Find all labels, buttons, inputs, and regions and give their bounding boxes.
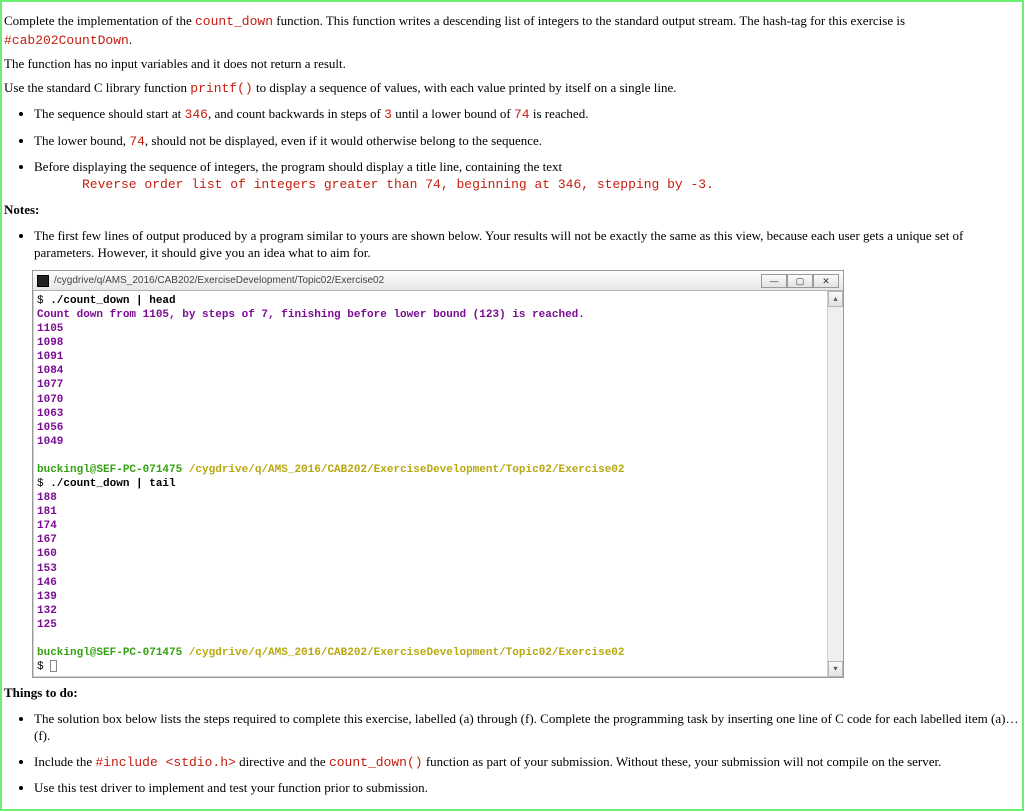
text: is reached. (530, 106, 589, 121)
terminal-titlebar[interactable]: /cygdrive/q/AMS_2016/CAB202/ExerciseDeve… (33, 271, 843, 291)
text: , and count backwards in steps of (208, 106, 384, 121)
list-item: The solution box below lists the steps r… (34, 710, 1020, 745)
output-header: Count down from 1105, by steps of 7, fin… (37, 309, 585, 321)
output-val: 1063 (37, 408, 63, 420)
output-val: 1049 (37, 436, 63, 448)
text: to display a sequence of values, with ea… (253, 80, 677, 95)
text: Before displaying the sequence of intege… (34, 159, 562, 174)
maximize-button[interactable]: ▢ (787, 274, 813, 288)
code-3: 3 (384, 107, 392, 122)
scroll-down-button[interactable]: ▾ (828, 661, 843, 677)
prompt: $ (37, 661, 50, 673)
todo-list: The solution box below lists the steps r… (4, 710, 1020, 797)
things-heading: Things to do: (4, 684, 1020, 702)
output-val: 188 (37, 492, 57, 504)
code-count-down: count_down (195, 14, 273, 29)
prompt: $ (37, 295, 50, 307)
terminal-content[interactable]: $ ./count_down | head Count down from 11… (33, 291, 827, 677)
text: Use the standard C library function (4, 80, 190, 95)
list-item: Before displaying the sequence of intege… (34, 158, 1020, 193)
output-val: 153 (37, 563, 57, 575)
minimize-button[interactable]: — (761, 274, 787, 288)
output-val: 167 (37, 534, 57, 546)
output-val: 1098 (37, 337, 63, 349)
output-val: 174 (37, 520, 57, 532)
notes-list: The first few lines of output produced b… (4, 227, 1020, 262)
output-val: 1084 (37, 365, 63, 377)
notes-heading: Notes: (4, 201, 1020, 219)
prompt-path: /cygdrive/q/AMS_2016/CAB202/ExerciseDeve… (182, 647, 624, 659)
list-item: The lower bound, 74, should not be displ… (34, 132, 1020, 151)
list-item: Use this test driver to implement and te… (34, 779, 1020, 797)
output-val: 125 (37, 619, 57, 631)
cursor-icon (50, 660, 57, 672)
text: . (129, 32, 132, 47)
title-line-code: Reverse order list of integers greater t… (82, 176, 1020, 194)
close-button[interactable]: ✕ (813, 274, 839, 288)
output-val: 1070 (37, 394, 63, 406)
exercise-document: Complete the implementation of the count… (0, 0, 1024, 811)
output-val: 1105 (37, 323, 63, 335)
terminal-window: /cygdrive/q/AMS_2016/CAB202/ExerciseDeve… (32, 270, 844, 678)
code-printf: printf() (190, 81, 252, 96)
cmd: ./count_down | head (50, 295, 175, 307)
terminal-body: $ ./count_down | head Count down from 11… (33, 291, 843, 677)
text: Include the (34, 754, 95, 769)
prompt-userhost: buckingl@SEF-PC-071475 (37, 464, 182, 476)
scroll-track[interactable] (828, 307, 843, 661)
text: until a lower bound of (392, 106, 514, 121)
text: function. This function writes a descend… (273, 13, 905, 28)
prompt-path: /cygdrive/q/AMS_2016/CAB202/ExerciseDeve… (182, 464, 624, 476)
list-item: The first few lines of output produced b… (34, 227, 1020, 262)
text: The lower bound, (34, 133, 129, 148)
output-val: 1091 (37, 351, 63, 363)
requirements-list: The sequence should start at 346, and co… (4, 105, 1020, 193)
code-346: 346 (185, 107, 208, 122)
code-include: #include <stdio.h> (95, 755, 235, 770)
code-74b: 74 (129, 134, 145, 149)
window-controls: — ▢ ✕ (761, 274, 839, 288)
terminal-title: /cygdrive/q/AMS_2016/CAB202/ExerciseDeve… (54, 275, 384, 286)
terminal-icon (37, 275, 49, 287)
output-val: 139 (37, 591, 57, 603)
output-val: 181 (37, 506, 57, 518)
output-val: 160 (37, 548, 57, 560)
code-74: 74 (514, 107, 530, 122)
list-item: Include the #include <stdio.h> directive… (34, 753, 1020, 772)
output-val: 1077 (37, 379, 63, 391)
cmd: ./count_down | tail (50, 478, 175, 490)
list-item: The sequence should start at 346, and co… (34, 105, 1020, 124)
text: function as part of your submission. Wit… (423, 754, 942, 769)
intro-paragraph-2: The function has no input variables and … (4, 55, 1020, 73)
code-countdown-fn: count_down() (329, 755, 423, 770)
scroll-up-button[interactable]: ▴ (828, 291, 843, 307)
text: directive and the (236, 754, 329, 769)
code-hashtag: #cab202CountDown (4, 33, 129, 48)
output-val: 146 (37, 577, 57, 589)
prompt: $ (37, 478, 50, 490)
output-val: 1056 (37, 422, 63, 434)
prompt-userhost: buckingl@SEF-PC-071475 (37, 647, 182, 659)
text: The sequence should start at (34, 106, 185, 121)
intro-paragraph-3: Use the standard C library function prin… (4, 79, 1020, 98)
text: , should not be displayed, even if it wo… (145, 133, 542, 148)
intro-paragraph-1: Complete the implementation of the count… (4, 12, 1020, 49)
scrollbar[interactable]: ▴ ▾ (827, 291, 843, 677)
text: Complete the implementation of the (4, 13, 195, 28)
output-val: 132 (37, 605, 57, 617)
